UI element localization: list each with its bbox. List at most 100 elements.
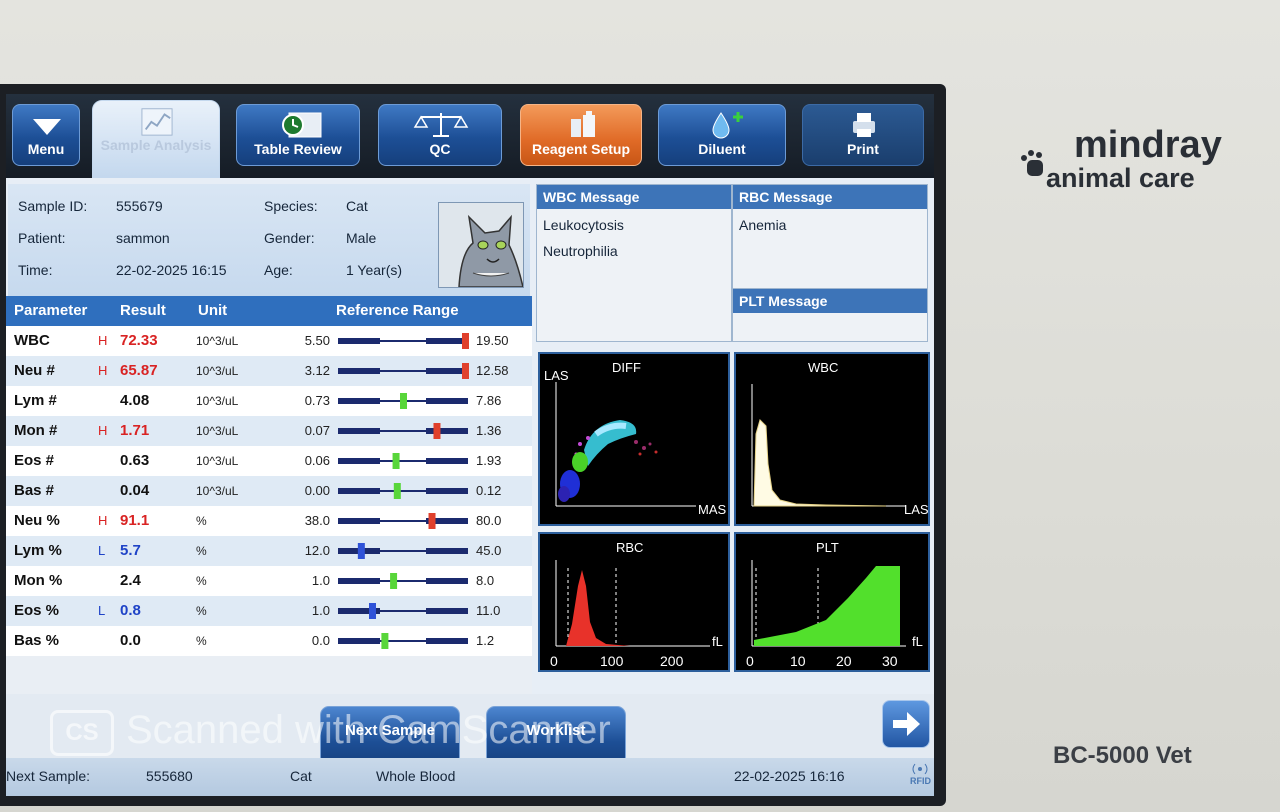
param-name: Mon % (14, 572, 63, 589)
range-high: 1.93 (476, 453, 502, 468)
tab-qc[interactable]: QC (378, 104, 502, 166)
result-flag: H (98, 423, 108, 438)
range-bar (338, 633, 468, 649)
plt-message-box: PLT Message (732, 288, 928, 342)
result-value: 72.33 (120, 332, 158, 349)
menu-button[interactable]: Menu (12, 104, 80, 166)
range-high: 19.50 (476, 333, 509, 348)
wbc-hist-title: WBC (808, 360, 838, 375)
tab-reagent-setup[interactable]: Reagent Setup (520, 104, 642, 166)
plt-message-title: PLT Message (733, 289, 927, 313)
range-low: 12.0 (304, 543, 330, 558)
result-unit: 10^3/uL (196, 364, 239, 378)
table-row: Neu % H 91.1% 38.0 80.0 (6, 506, 532, 536)
result-marker (428, 513, 436, 529)
result-flag: H (98, 363, 108, 378)
diff-cluster-lymphocyte (558, 452, 588, 502)
sample-id-label: Sample ID: (18, 198, 88, 214)
result-flag: H (98, 513, 108, 528)
plt-tick-20: 20 (836, 653, 852, 669)
header-parameter: Parameter (14, 302, 88, 319)
brand-animal-care: animal care (1046, 163, 1195, 193)
next-sample-id: 555680 (146, 768, 193, 784)
rbc-message-title: RBC Message (733, 185, 927, 209)
range-bar (338, 363, 469, 379)
paw-logo-icon (1021, 150, 1043, 176)
table-row: WBC H 72.33 10^3/uL 5.50 19.50 (6, 326, 532, 356)
result-flag: L (98, 603, 106, 618)
camscanner-watermark: Scanned with CamScanner (126, 708, 611, 752)
result-value: 4.08 (120, 392, 150, 409)
range-bar-high-segment (426, 458, 468, 464)
result-marker (393, 483, 401, 499)
menu-dropdown-icon (33, 119, 61, 135)
result-marker (433, 423, 441, 439)
rbc-tick-200: 200 (660, 653, 684, 669)
table-row: Eos % L 0.8% 1.0 11.0 (6, 596, 532, 626)
range-bar-low-segment (338, 518, 380, 524)
range-high: 1.2 (476, 633, 495, 648)
wbc-histogram: WBC LAS (734, 352, 930, 526)
table-row: Eos # 0.63 10^3/uL 0.06 1.93 (6, 446, 532, 476)
brand-mindray: mindray (1074, 124, 1222, 166)
range-bar (338, 393, 468, 409)
table-row: Bas % 0.0% 0.0 1.2 (6, 626, 532, 656)
diff-cluster-neutrophil (584, 420, 637, 466)
param-name: Lym # (14, 392, 57, 409)
table-row: Bas # 0.04 10^3/uL 0.00 0.12 (6, 476, 532, 506)
tab-diluent[interactable]: Diluent (658, 104, 786, 166)
range-bar (338, 483, 468, 499)
plt-hist-curve (754, 566, 900, 646)
result-value: 91.1 (120, 512, 150, 529)
range-bar-low-segment (338, 638, 380, 644)
sample-info: Sample ID: 555679 Patient: sammon Time: … (8, 184, 530, 296)
range-low: 5.50 (304, 333, 330, 348)
sample-id-value: 555679 (116, 198, 163, 214)
diff-y-axis-label: LAS (544, 368, 569, 383)
range-high: 1.36 (476, 423, 502, 438)
result-unit: % (196, 574, 207, 588)
result-marker (390, 573, 398, 589)
rfid-label: RFID (910, 762, 931, 786)
wbc-message-title: WBC Message (537, 185, 731, 209)
result-unit: % (196, 544, 207, 558)
range-bar-high-segment (426, 338, 468, 344)
result-unit: 10^3/uL (196, 454, 239, 468)
range-low: 38.0 (304, 513, 330, 528)
range-bar-low-segment (338, 488, 380, 494)
rbc-message-box: RBC Message Anemia (732, 184, 928, 290)
param-name: Bas # (14, 482, 55, 499)
param-name: Lym % (14, 542, 62, 559)
range-bar-high-segment (426, 368, 468, 374)
age-value: 1 Year(s) (346, 262, 403, 278)
plt-histogram: PLT fL 0 10 20 30 (734, 532, 930, 672)
next-sample-label: Next Sample: (6, 768, 91, 784)
rbc-histogram: RBC fL 0 100 200 (538, 532, 730, 672)
sample-analysis-panel: Sample ID: 555679 Patient: sammon Time: … (6, 178, 934, 796)
next-page-button[interactable] (882, 700, 930, 748)
result-value: 0.63 (120, 452, 150, 469)
analyzer-device: mindray animal care BC-5000 Vet Menu Sam… (0, 0, 1280, 812)
param-name: Neu % (14, 512, 60, 529)
screen: Menu Sample Analysis Table Review QC Rea… (6, 94, 934, 796)
age-label: Age: (264, 262, 293, 278)
param-name: WBC (14, 332, 50, 349)
rbc-hist-x-label: fL (712, 634, 723, 649)
result-unit: 10^3/uL (196, 424, 239, 438)
status-bar: Next Sample: 555680 Cat Whole Blood 22-0… (6, 758, 934, 796)
table-row: Mon % 2.4% 1.0 8.0 (6, 566, 532, 596)
tab-table-review[interactable]: Table Review (236, 104, 360, 166)
range-bar-low-segment (338, 368, 380, 374)
table-row: Neu # H 65.87 10^3/uL 3.12 12.58 (6, 356, 532, 386)
plt-hist-title: PLT (816, 540, 839, 555)
tab-sample-analysis[interactable]: Sample Analysis (92, 100, 220, 178)
range-bar (338, 333, 469, 349)
range-low: 0.06 (304, 453, 330, 468)
range-low: 0.00 (304, 483, 330, 498)
result-marker (369, 603, 376, 619)
water-drop-plus-icon (712, 112, 743, 139)
results-table-header: Parameter Result Unit Reference Range (6, 296, 532, 326)
wbc-hist-x-label: LAS (904, 502, 928, 517)
print-button[interactable]: Print (802, 104, 924, 166)
range-high: 80.0 (476, 513, 502, 528)
